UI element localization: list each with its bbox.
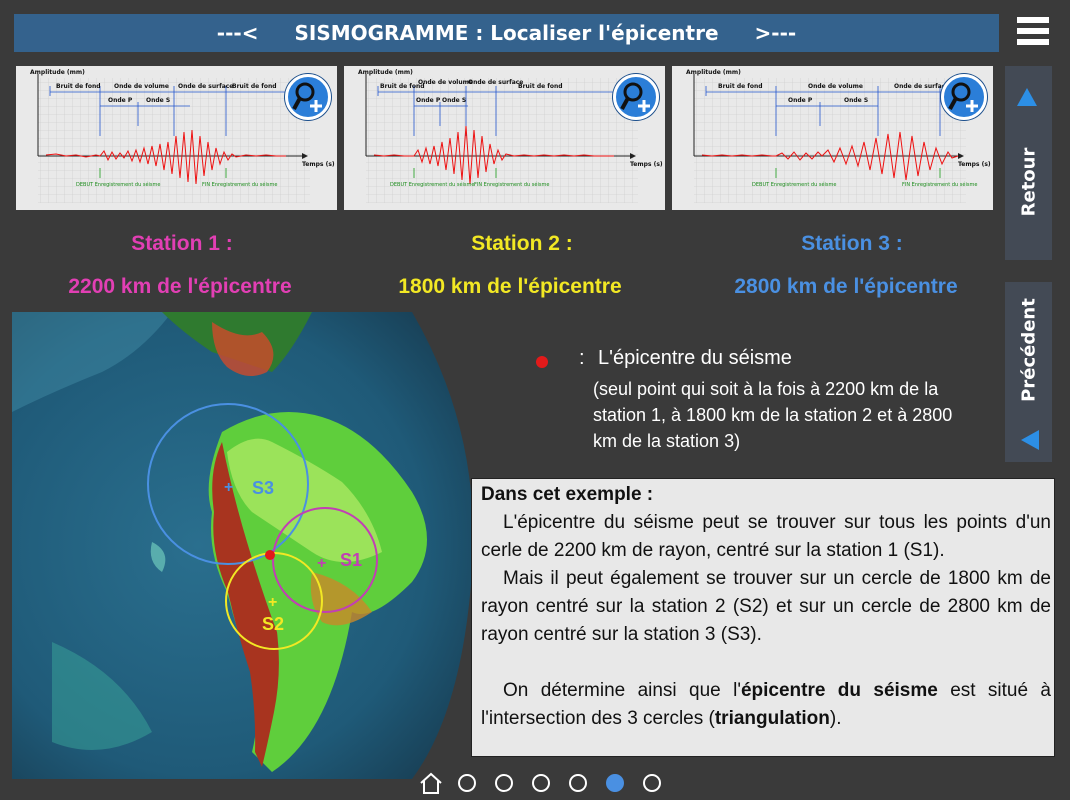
- seismo1-fin-label: FIN Enregistrement du séisme: [202, 181, 277, 188]
- precedent-label: Précédent: [1018, 298, 1039, 403]
- triangle-up-icon: [1017, 88, 1037, 106]
- seismogram-station-3[interactable]: Amplitude (mm) Temps (s) Bruit de fond O…: [672, 66, 993, 210]
- page-dot-4[interactable]: [569, 774, 587, 792]
- page-dot-2[interactable]: [495, 774, 513, 792]
- precedent-button[interactable]: Précédent: [1005, 282, 1052, 462]
- seismogram-station-1[interactable]: Amplitude (mm) Temps (s) Bruit de fond O…: [16, 66, 337, 210]
- station-1-marker-label: S1: [340, 550, 362, 570]
- retour-button[interactable]: Retour: [1005, 66, 1052, 260]
- zoom-in-icon[interactable]: [613, 74, 659, 120]
- zoom-in-icon[interactable]: [941, 74, 987, 120]
- station-2-marker-label: S2: [262, 614, 284, 634]
- triangle-left-icon: [1021, 430, 1039, 450]
- p3-bold-triangulation: triangulation: [714, 708, 830, 729]
- svg-text:+: +: [224, 479, 233, 496]
- seismo1-debut-label: DEBUT Enregistrement du séisme: [76, 181, 160, 188]
- p3-bold-epicentre: épicentre du séisme: [740, 680, 938, 701]
- seismo1-bruit-fond-2: Bruit de fond: [232, 83, 277, 90]
- page-dot-5[interactable]: [606, 774, 624, 792]
- station-2-name: Station 2 :: [471, 232, 573, 255]
- seismo3-onde-volume: Onde de volume: [808, 83, 863, 90]
- explanation-paragraph-3: On détermine ainsi que l'épicentre du sé…: [481, 677, 1051, 733]
- title-bar: ---< SISMOGRAMME : Localiser l'épicentre…: [14, 14, 999, 52]
- next-arrow-text[interactable]: >---: [755, 21, 797, 45]
- station-3-name: Station 3 :: [801, 232, 903, 255]
- seismo3-amplitude-label: Amplitude (mm): [686, 69, 741, 76]
- svg-text:+: +: [317, 555, 326, 572]
- menu-icon[interactable]: [1017, 17, 1049, 49]
- seismo1-onde-p: Onde P: [108, 97, 133, 104]
- station-3-marker-label: S3: [252, 478, 274, 498]
- station-1-name: Station 1 :: [131, 232, 233, 255]
- prev-arrow-text[interactable]: ---<: [217, 21, 259, 45]
- globe-map: + + + S3 S1 S2: [12, 312, 474, 779]
- page-dot-6[interactable]: [643, 774, 661, 792]
- station-1-distance: 2200 km de l'épicentre: [68, 275, 292, 298]
- p3-part-a: On détermine ainsi que l': [503, 680, 741, 701]
- seismo1-onde-surface: Onde de surface: [178, 83, 233, 90]
- seismo2-onde-surface: Onde de surface: [468, 79, 523, 86]
- page-navigation: [418, 771, 680, 795]
- seismo1-time-label: Temps (s): [302, 161, 335, 168]
- legend-title: L'épicentre du séisme: [598, 347, 792, 369]
- seismo2-bruit-fond-2: Bruit de fond: [518, 83, 563, 90]
- legend-description: (seul point qui soit à la fois à 2200 km…: [593, 379, 953, 451]
- seismo1-bruit-fond-1: Bruit de fond: [56, 83, 101, 90]
- seismo3-onde-p: Onde P: [788, 97, 813, 104]
- seismo2-onde-volume: Onde de volume: [418, 79, 473, 86]
- seismo2-onde-p: Onde P: [416, 97, 441, 104]
- seismo1-amplitude-label: Amplitude (mm): [30, 69, 85, 76]
- seismo2-onde-s: Onde S: [442, 97, 466, 104]
- page-dot-1[interactable]: [458, 774, 476, 792]
- legend-colon: :: [579, 347, 585, 369]
- seismo3-onde-s: Onde S: [844, 97, 868, 104]
- seismogram-station-2[interactable]: Amplitude (mm) Temps (s) Bruit de fond O…: [344, 66, 665, 210]
- seismo3-debut-label: DEBUT Enregistrement du séisme: [752, 181, 836, 188]
- epicenter-marker: [265, 550, 275, 560]
- seismo3-fin-label: FIN Enregistrement du séisme: [902, 181, 977, 188]
- epicenter-legend-dot: [536, 356, 548, 368]
- explanation-paragraph-2: Mais il peut également se trouver sur un…: [481, 568, 1051, 645]
- seismo2-fin-label: FIN Enregistrement du séisme: [474, 181, 549, 188]
- seismo1-onde-volume: Onde de volume: [114, 83, 169, 90]
- seismo2-amplitude-label: Amplitude (mm): [358, 69, 413, 76]
- seismo2-debut-label: DEBUT Enregistrement du séisme: [390, 181, 474, 188]
- retour-label: Retour: [1018, 148, 1039, 217]
- home-icon[interactable]: [418, 771, 444, 795]
- page-title: SISMOGRAMME : Localiser l'épicentre: [294, 21, 719, 45]
- page-dot-3[interactable]: [532, 774, 550, 792]
- seismo1-onde-s: Onde S: [146, 97, 170, 104]
- station-3-distance: 2800 km de l'épicentre: [734, 275, 958, 298]
- p3-part-e: ).: [829, 708, 842, 729]
- zoom-in-icon[interactable]: [285, 74, 331, 120]
- svg-text:+: +: [268, 594, 277, 611]
- explanation-paragraph-1: L'épicentre du séisme peut se trouver su…: [481, 512, 1051, 561]
- seismo2-time-label: Temps (s): [630, 161, 663, 168]
- seismo3-time-label: Temps (s): [958, 161, 991, 168]
- station-2-distance: 1800 km de l'épicentre: [398, 275, 622, 298]
- explanation-box: Dans cet exemple : L'épicentre du séisme…: [471, 478, 1055, 757]
- seismo3-bruit-fond-1: Bruit de fond: [718, 83, 763, 90]
- explanation-heading: Dans cet exemple :: [481, 484, 654, 505]
- seismo3-onde-surface: Onde de surface: [894, 83, 949, 90]
